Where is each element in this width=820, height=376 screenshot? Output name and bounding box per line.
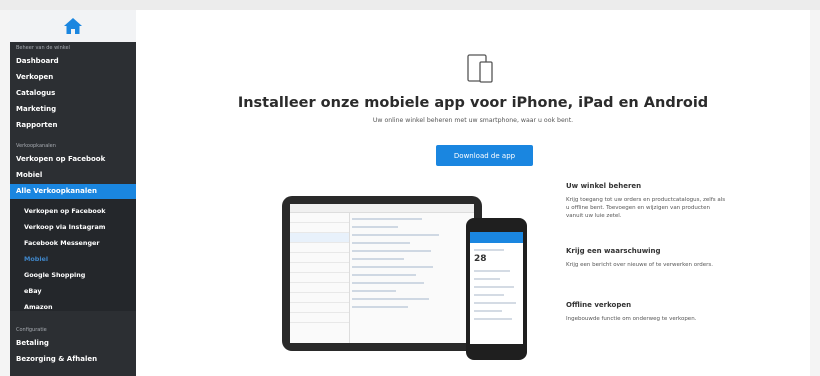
tablet-order-list [290,213,350,343]
section-channels: Verkoopkanalen [16,143,56,149]
sidebar-subitem-mobiel[interactable]: Mobiel [10,256,48,263]
tablet-screen [290,204,474,343]
tablet-mockup [282,196,482,351]
order-row [290,233,349,243]
order-row [290,313,349,323]
order-row [290,273,349,283]
feature-text-manage: Krijg toegang tot uw orders en productca… [566,197,726,220]
sidebar-item-bezorging[interactable]: Bezorging & Afhalen [10,356,136,363]
sidebar-item-rapporten[interactable]: Rapporten [10,122,136,129]
order-row [290,303,349,313]
phone-order-day: 28 [474,254,487,264]
feature-text-alert: Krijg een bericht over nieuwe of te verw… [566,262,714,268]
order-row [290,253,349,263]
main-content: Installeer onze mobiele app voor iPhone,… [136,10,810,376]
sidebar-subitem-amazon[interactable]: Amazon [10,304,53,311]
sidebar-subitem-facebook[interactable]: Verkopen op Facebook [10,208,105,215]
order-row [290,223,349,233]
sidebar-subitem-instagram[interactable]: Verkoop via Instagram [10,224,105,231]
sidebar: Beheer van de winkel Dashboard Verkopen … [10,10,136,376]
sidebar-subitems: Verkopen op Facebook Verkoop via Instagr… [10,199,136,311]
page-title: Installeer onze mobiele app voor iPhone,… [237,95,709,111]
sidebar-item-all-channels-label: Alle Verkoopkanalen [16,187,97,195]
sidebar-item-all-channels[interactable]: Alle Verkoopkanalen [10,184,136,199]
feature-text-offline: Ingebouwde functie om onderweg te verkop… [566,316,697,322]
sidebar-item-dashboard[interactable]: Dashboard [10,58,136,65]
tablet-order-details [352,218,468,314]
phone-screen-header [470,232,523,243]
home-icon-glyph [64,18,82,34]
sidebar-item-verkopen[interactable]: Verkopen [10,74,136,81]
sidebar-item-mobiel[interactable]: Mobiel [10,172,136,179]
sidebar-item-catalogus[interactable]: Catalogus [10,90,136,97]
order-row [290,293,349,303]
feature-title-alert: Krijg een waarschuwing [566,247,661,255]
top-bar [0,0,820,10]
sidebar-subitem-messenger[interactable]: Facebook Messenger [10,240,100,247]
order-row [290,263,349,273]
order-row [290,243,349,253]
feature-title-manage: Uw winkel beheren [566,182,642,190]
phone-mockup: 28 [466,218,527,360]
sidebar-item-betaling[interactable]: Betaling [10,340,136,347]
sidebar-item-facebook[interactable]: Verkopen op Facebook [10,156,136,163]
order-row [290,213,349,223]
sidebar-subitem-ebay[interactable]: eBay [10,288,42,295]
download-app-button[interactable]: Download de app [436,145,533,166]
order-row [290,283,349,293]
phone-screen: 28 [470,232,523,344]
section-config: Configuratie [16,327,47,333]
feature-title-offline: Offline verkopen [566,301,632,309]
sidebar-subitem-google-shopping[interactable]: Google Shopping [10,272,85,279]
home-icon[interactable] [10,10,136,42]
tablet-phone-icon [467,54,493,83]
page-subtitle: Uw online winkel beheren met uw smartpho… [372,117,574,124]
section-manage: Beheer van de winkel [16,45,70,51]
tablet-screen-header [290,204,474,213]
sidebar-item-marketing[interactable]: Marketing [10,106,136,113]
